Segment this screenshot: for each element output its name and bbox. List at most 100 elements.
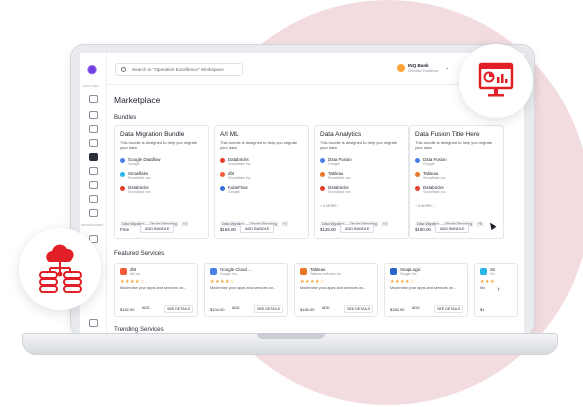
- bundle-item[interactable]: Databricks Snowflake Inc.: [220, 157, 300, 168]
- add-bundle-button[interactable]: ADD BUNDLE: [340, 224, 375, 233]
- service-price: $1: [480, 307, 485, 312]
- featured-heading: Featured Services: [114, 250, 165, 257]
- add-bundle-button[interactable]: ADD BUNDLE: [240, 224, 275, 233]
- bundles-heading: Bundles: [114, 114, 137, 121]
- bundle-item-vendor: Snowflake Inc.: [423, 176, 447, 180]
- snowflake-icon: [480, 268, 487, 275]
- service-card[interactable]: Tableau Tableau software Us. ★★★★☆ Modernis…: [294, 263, 378, 317]
- service-card[interactable]: Google Cloud ... Google Inc. ★★★★☆ Modernis…: [204, 263, 288, 317]
- nav-section-label-2: INTEGRATIONS: [81, 223, 104, 227]
- add-service-button[interactable]: ADD: [230, 305, 242, 311]
- bundle-item-vendor: Google: [423, 162, 435, 166]
- bundle-card[interactable]: Data Migration Bundle This bundle is desi…: [114, 125, 209, 239]
- google-cloud-icon: [210, 268, 217, 275]
- service-price: $182.00: [120, 307, 135, 312]
- tag: +2: [280, 221, 289, 227]
- rating-stars: ★★★★☆: [300, 279, 325, 285]
- analytics-icon[interactable]: [89, 195, 98, 203]
- tableau-icon: [300, 268, 307, 275]
- service-card[interactable]: SnapLogic Google Inc. ★★★★☆ Modernise your …: [384, 263, 468, 317]
- more-link[interactable]: + 4 MORE...: [415, 204, 435, 208]
- tag-list: Data MigrationDisplay Reporting+3: [320, 212, 391, 227]
- calendar-icon[interactable]: [89, 209, 98, 217]
- org-switcher[interactable]: INQ Bank Operation Excellence ⌄: [397, 62, 453, 77]
- reports-icon[interactable]: [89, 167, 98, 175]
- tag-list: Data MigrationDisplay Reporting+2: [220, 212, 291, 227]
- history-icon[interactable]: [89, 181, 98, 189]
- search-placeholder: Search in "Operation Excellence" Workspa…: [132, 67, 224, 72]
- bundle-item-vendor: Snowflake Inc.: [128, 176, 152, 180]
- databricks-icon: [320, 186, 325, 191]
- bundle-item[interactable]: Snowflake Snowflake Inc.: [120, 171, 200, 182]
- workflow-icon[interactable]: [89, 139, 98, 147]
- cloud-database-icon: [39, 244, 82, 293]
- bundle-card[interactable]: Data Analytics This bundle is designed to…: [314, 125, 409, 239]
- bundle-item[interactable]: Data Fusion Google: [320, 157, 400, 168]
- bundle-item-vendor: Google: [228, 190, 240, 194]
- service-vendor: Google Inc.: [220, 272, 238, 276]
- org-name: INQ Bank: [408, 63, 429, 68]
- bundle-item-vendor: Google: [328, 162, 340, 166]
- see-details-button[interactable]: SEE DETAILS: [254, 305, 283, 313]
- nav-section-label: EXPLORE: [83, 84, 99, 88]
- bundle-card[interactable]: A/I ML This bundle is designed to help yo…: [214, 125, 309, 239]
- home-icon[interactable]: [89, 95, 98, 103]
- service-price: $104.00: [210, 307, 225, 312]
- add-service-button[interactable]: ADD: [320, 305, 332, 311]
- add-bundle-button[interactable]: ADD BUNDLE: [140, 224, 175, 233]
- bundle-price: $136.00: [320, 227, 336, 232]
- bundle-item[interactable]: Tableau Snowflake Inc.: [320, 171, 400, 182]
- app-logo-icon[interactable]: ✺: [87, 63, 97, 77]
- bundle-description: This bundle is designed to help you migr…: [320, 140, 398, 150]
- bundle-item-vendor: Snowflake Inc.: [228, 162, 252, 166]
- tag-list: Data MigrationDisplay Reporting+3: [120, 212, 191, 227]
- bundle-price: Free: [120, 227, 130, 232]
- service-vendor: Tableau software Us.: [310, 272, 342, 276]
- databricks-icon: [120, 186, 125, 191]
- bundle-item[interactable]: Data Fusion Google: [415, 157, 495, 168]
- dashboard-icon[interactable]: [89, 125, 98, 133]
- add-service-button[interactable]: ADD: [410, 305, 422, 311]
- bundle-item[interactable]: Databricks Snowflake Inc.: [320, 185, 400, 196]
- bundle-item[interactable]: Tableau Snowflake Inc.: [415, 171, 495, 182]
- databricks-icon: [415, 186, 420, 191]
- service-description: Modernise your apps and services on...: [300, 286, 367, 290]
- service-description: Modernise your apps and services on...: [390, 286, 457, 290]
- see-details-button[interactable]: SEE DETAILS: [434, 305, 463, 313]
- chevron-right-icon[interactable]: ›: [494, 285, 503, 294]
- bundle-item[interactable]: KubeFlow Google: [220, 185, 300, 196]
- more-link[interactable]: + 4 MORE...: [320, 204, 340, 208]
- google-dataflow-icon: [120, 158, 125, 163]
- bundle-item[interactable]: Google Dataflow Google: [120, 157, 200, 168]
- bundle-item-vendor: Snowflake Inc.: [128, 190, 152, 194]
- search-input[interactable]: Search in "Operation Excellence" Workspa…: [115, 63, 243, 76]
- rating-stars: ★★★: [480, 279, 495, 285]
- bundle-item-vendor: Snowflake Inc.: [228, 176, 252, 180]
- bundle-price: $190.00: [415, 227, 431, 232]
- service-vendor: Go: [490, 272, 495, 276]
- snaplogic-icon: [390, 268, 397, 275]
- service-card[interactable]: dbt dbt Inc. ★★★★☆ Modernise your apps and …: [114, 263, 198, 317]
- kubeflow-icon: [220, 186, 225, 191]
- bundle-item[interactable]: dbt Snowflake Inc.: [220, 171, 300, 182]
- bundle-price: $156.00: [220, 227, 236, 232]
- tableau-icon: [320, 172, 325, 177]
- data-fusion-icon: [415, 158, 420, 163]
- documents-icon[interactable]: [89, 111, 98, 119]
- rating-stars: ★★★★☆: [390, 279, 415, 285]
- bundle-description: This bundle is designed to help you migr…: [120, 140, 198, 150]
- see-details-button[interactable]: SEE DETAILS: [164, 305, 193, 313]
- service-description: Modernise your apps and services on...: [210, 286, 277, 290]
- marketplace-icon[interactable]: [89, 153, 98, 161]
- see-details-button[interactable]: SEE DETAILS: [344, 305, 373, 313]
- bundle-item-vendor: Snowflake Inc.: [328, 176, 352, 180]
- snowflake-icon: [120, 172, 125, 177]
- settings-icon[interactable]: [89, 319, 98, 327]
- data-fusion-icon: [320, 158, 325, 163]
- bundle-description: This bundle is designed to help you migr…: [220, 140, 298, 150]
- bundle-item[interactable]: Databricks Snowflake Inc.: [415, 185, 495, 196]
- service-price: $182.00: [390, 307, 405, 312]
- bundle-item[interactable]: Databricks Snowflake Inc.: [120, 185, 200, 196]
- add-bundle-button[interactable]: ADD BUNDLE: [435, 224, 470, 233]
- add-service-button[interactable]: ADD: [140, 305, 152, 311]
